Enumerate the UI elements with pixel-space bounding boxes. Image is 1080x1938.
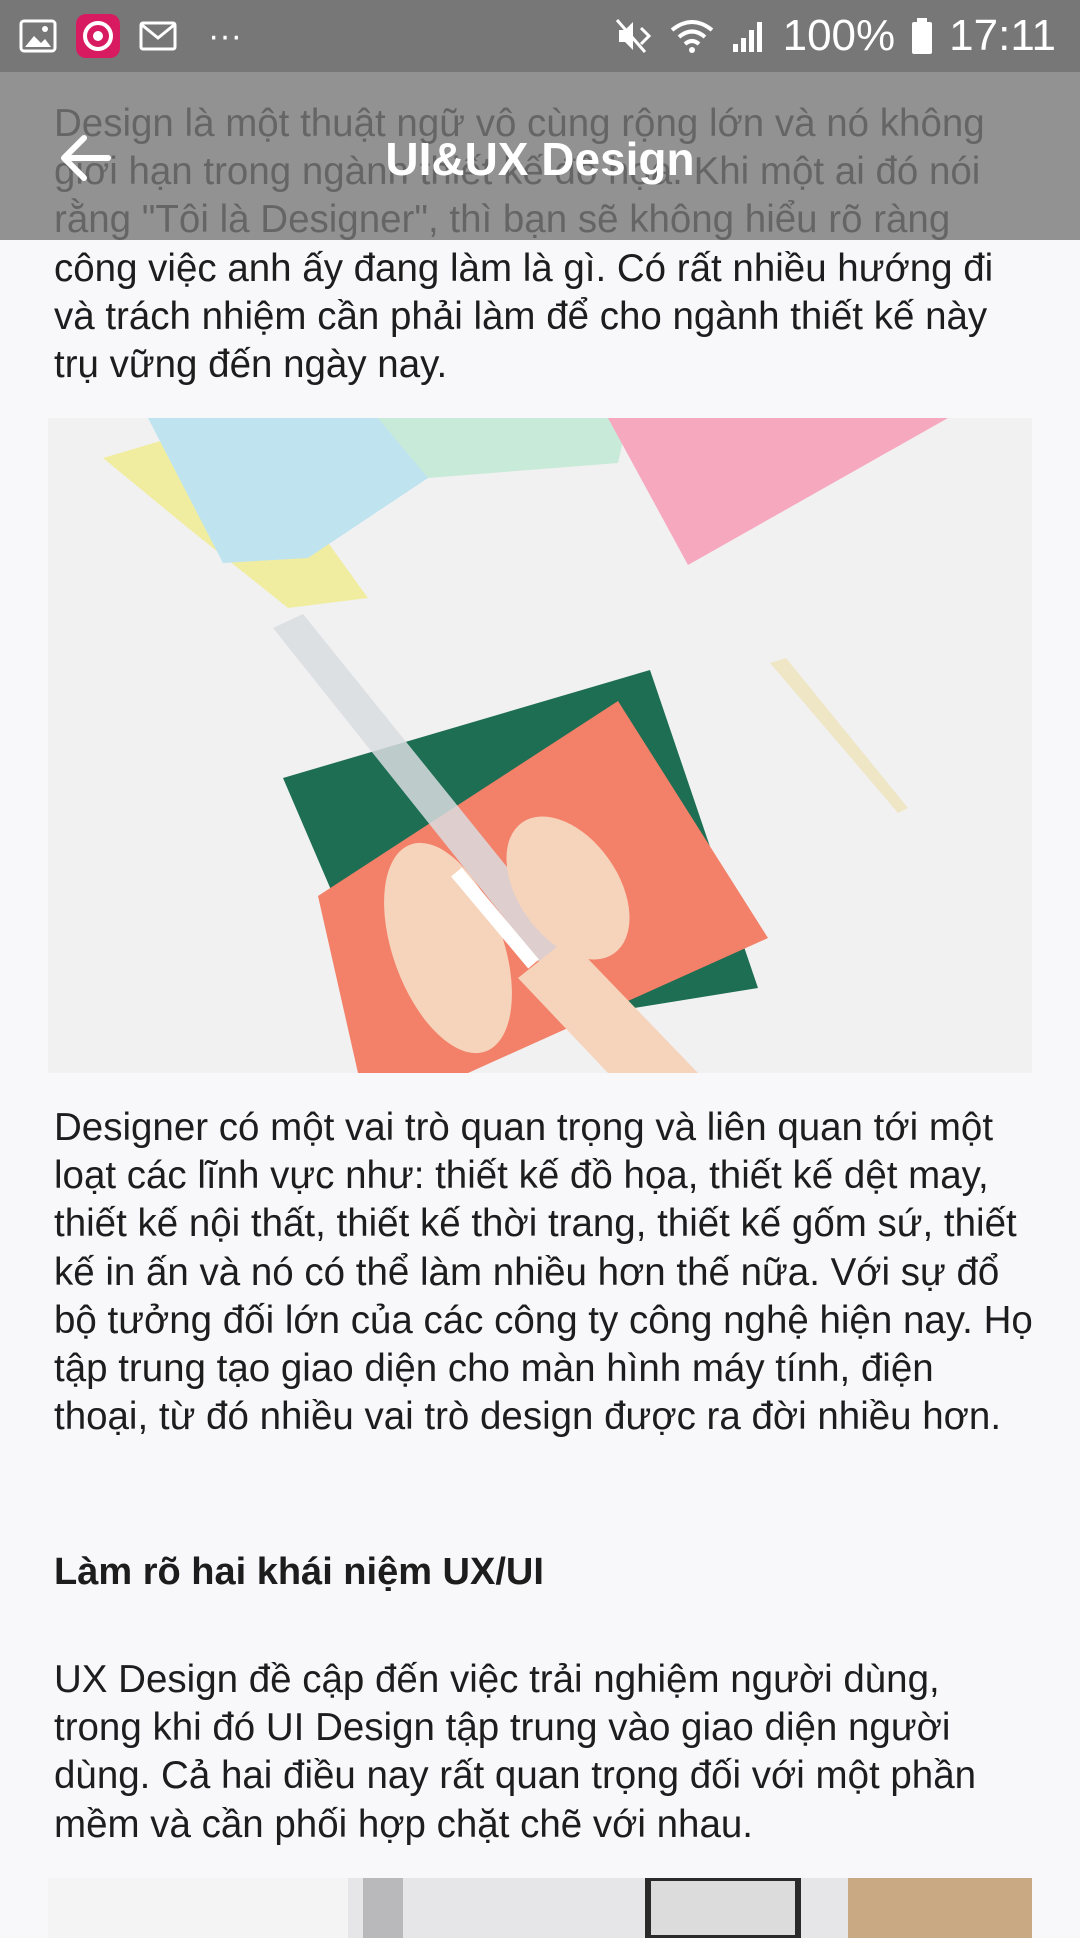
signal-icon <box>732 22 762 52</box>
clock: 17:11 <box>949 11 1056 60</box>
system-status: 100% 17:11 <box>613 0 1056 72</box>
battery-percent: 100% <box>782 11 896 60</box>
more-dots-icon: ··· <box>208 16 242 55</box>
status-bar: ··· 100% 17:11 <box>0 0 1080 72</box>
app-swirl-icon <box>76 14 120 58</box>
section-heading: Làm rõ hai khái niệm UX/UI <box>54 1551 544 1593</box>
mute-vibrate-icon <box>615 19 651 53</box>
toolbar-title: UI&UX Design <box>385 133 695 185</box>
article-image-design-tools <box>48 418 1032 1073</box>
article-image-workspace <box>48 1878 1032 1938</box>
notification-icons: ··· <box>18 14 242 58</box>
image-icon <box>19 19 57 53</box>
article-paragraph-2: Designer có một vai trò quan trọng và li… <box>54 1106 1033 1439</box>
battery-icon <box>912 18 933 54</box>
mail-icon <box>139 21 177 51</box>
wifi-icon <box>670 20 713 53</box>
article-paragraph-3: UX Design đề cập đến việc trải nghiệm ng… <box>54 1658 977 1846</box>
app-toolbar: UI&UX Design <box>0 72 1080 240</box>
